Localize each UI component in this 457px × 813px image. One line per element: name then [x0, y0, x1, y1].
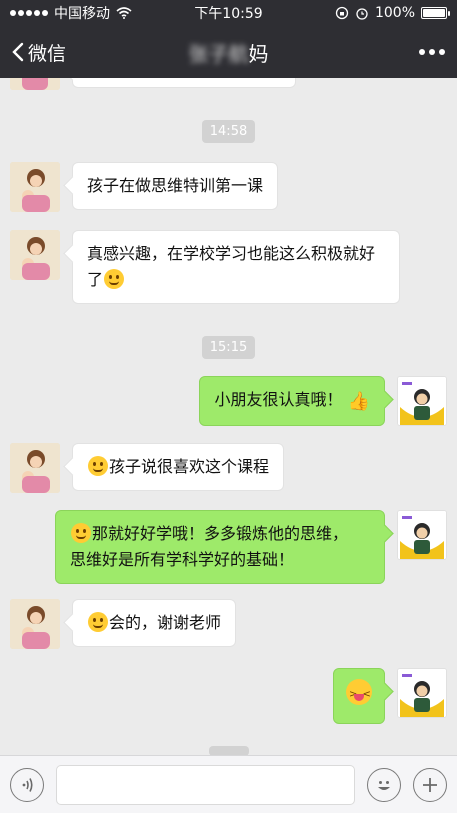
- emoji-button[interactable]: [367, 767, 401, 802]
- nav-bar: 微信 张子航妈: [0, 26, 457, 78]
- back-button[interactable]: 微信: [12, 39, 66, 66]
- tongue-out-emoji-icon: [346, 679, 372, 708]
- message-input[interactable]: [56, 764, 355, 805]
- message-bubble[interactable]: 小朋友很认真哦！ 👍: [199, 376, 385, 426]
- timestamp: 15:15: [0, 336, 457, 359]
- emoji-icon: [378, 780, 390, 790]
- message-bubble[interactable]: [333, 668, 385, 724]
- battery-icon: [421, 7, 450, 19]
- message-bubble[interactable]: 会的，谢谢老师: [72, 599, 237, 647]
- smile-emoji-icon: [88, 612, 108, 632]
- chevron-left-icon: [12, 42, 24, 62]
- message-bubble[interactable]: 真感兴趣，在学校学习也能这么积极就好了: [72, 230, 400, 304]
- orientation-lock-icon: [335, 6, 349, 20]
- more-button[interactable]: [419, 49, 445, 55]
- thinking-emoji-icon: [104, 269, 125, 289]
- top-bar: 中国移动 下午10:59 100% 微信 张子航妈: [0, 0, 457, 78]
- avatar[interactable]: [10, 599, 60, 649]
- thumbs-up-icon: 👍: [347, 391, 370, 412]
- avatar[interactable]: [10, 230, 60, 280]
- timestamp-partial: [0, 746, 457, 755]
- input-bar: [0, 755, 457, 813]
- status-bar: 中国移动 下午10:59 100%: [0, 0, 457, 26]
- plus-icon: [423, 777, 437, 792]
- alarm-icon: [356, 8, 368, 20]
- chat-title-suffix: 妈: [248, 41, 269, 66]
- message-bubble[interactable]: 那就好好学哦！多多锻炼他的思维， 思维好是所有学科学好的基础！: [55, 510, 385, 584]
- avatar[interactable]: [397, 376, 447, 426]
- battery-percent: 100%: [374, 5, 415, 21]
- voice-icon: [22, 777, 33, 792]
- signal-icon: [10, 10, 48, 16]
- smile-emoji-icon: [88, 456, 108, 476]
- back-label: 微信: [28, 42, 67, 65]
- voice-button[interactable]: [10, 767, 44, 802]
- plus-button[interactable]: [413, 767, 447, 802]
- chat-title-blurred: 张子航: [188, 41, 249, 66]
- avatar[interactable]: [10, 443, 60, 493]
- message-bubble[interactable]: 孩子说很喜欢这个课程: [72, 443, 285, 491]
- avatar[interactable]: [397, 510, 447, 560]
- carrier-name: 中国移动: [54, 6, 110, 22]
- avatar[interactable]: [10, 78, 60, 90]
- chat-area[interactable]: 14:58 孩子在做思维特训第一课 真感兴趣，在学校学习也能这么积极就好了 15…: [0, 78, 457, 755]
- thinking-emoji-icon: [71, 523, 91, 543]
- wifi-icon: [116, 7, 132, 19]
- timestamp: 14:58: [0, 120, 457, 143]
- avatar[interactable]: [10, 162, 60, 212]
- message-bubble[interactable]: 孩子在做思维特训第一课: [72, 162, 279, 210]
- avatar[interactable]: [397, 668, 447, 718]
- message-bubble-partial[interactable]: [72, 78, 296, 88]
- chat-title: 张子航妈: [0, 38, 457, 67]
